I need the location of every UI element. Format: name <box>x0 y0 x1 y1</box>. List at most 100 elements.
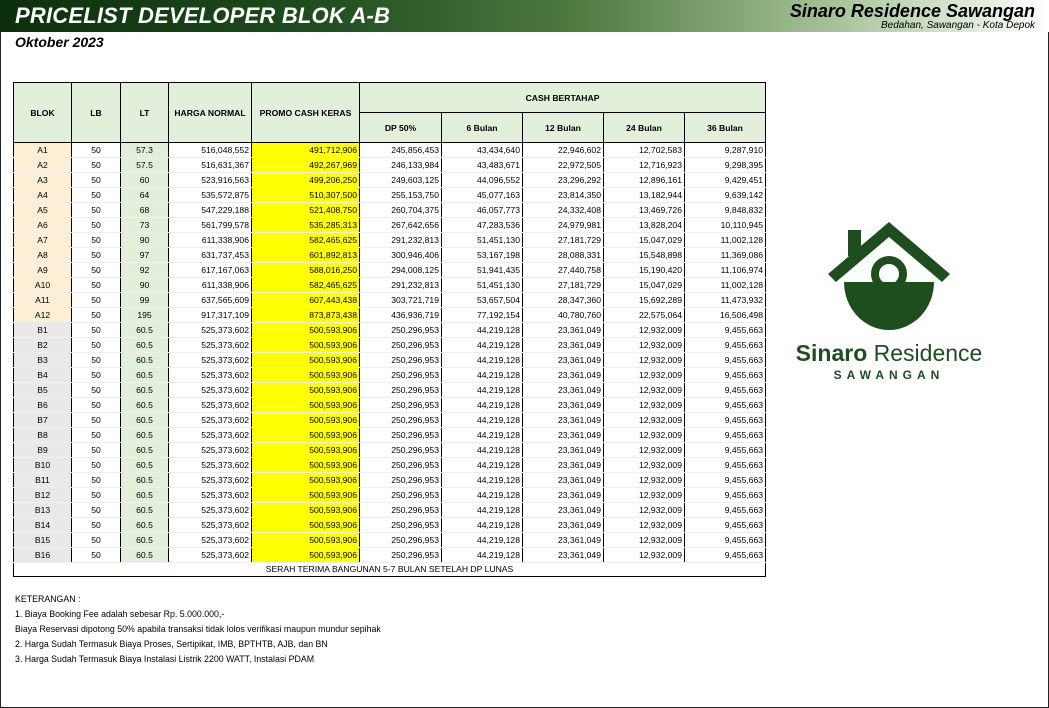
cell-6-bulan: 44,219,128 <box>441 397 523 413</box>
table-row: A3 50 60 523,916,563 499,206,250 249,603,125 4… <box>13 172 766 188</box>
cell-blok: A4 <box>13 187 72 203</box>
cell-24-bulan: 15,047,029 <box>603 232 685 248</box>
cell-lb: 50 <box>71 202 121 218</box>
table-row: A12 50 195 917,317,109 873,873,438 436,936,71… <box>13 307 766 323</box>
cell-lt: 195 <box>120 307 169 323</box>
cell-promo: 873,873,438 <box>251 307 360 323</box>
cell-promo: 582,465,625 <box>251 277 360 293</box>
table-row: A1 50 57.3 516,048,552 491,712,906 245,856,45… <box>13 142 766 158</box>
cell-harga-normal: 535,572,875 <box>168 187 252 203</box>
cell-lt: 97 <box>120 247 169 263</box>
cell-blok: B5 <box>13 382 72 398</box>
cell-36-bulan: 9,455,663 <box>684 337 766 353</box>
cell-dp-50: 250,296,953 <box>359 412 442 428</box>
cell-36-bulan: 9,455,663 <box>684 367 766 383</box>
cell-harga-normal: 525,373,602 <box>168 502 252 518</box>
cell-lb: 50 <box>71 442 121 458</box>
cell-lb: 50 <box>71 532 121 548</box>
cell-promo: 500,593,906 <box>251 472 360 488</box>
cell-harga-normal: 637,565,609 <box>168 292 252 308</box>
cell-12-bulan: 27,181,729 <box>522 232 604 248</box>
cell-harga-normal: 525,373,602 <box>168 487 252 503</box>
logo-name-regular: Residence <box>873 340 983 366</box>
table-row: B3 50 60.5 525,373,602 500,593,906 250,296,95… <box>13 352 766 368</box>
cell-12-bulan: 23,361,049 <box>522 382 604 398</box>
note-item: 3. Harga Sudah Termasuk Biaya Instalasi … <box>15 654 315 664</box>
cell-harga-normal: 561,799,578 <box>168 217 252 233</box>
cell-6-bulan: 46,057,773 <box>441 202 523 218</box>
cell-6-bulan: 44,219,128 <box>441 322 523 338</box>
cell-6-bulan: 44,219,128 <box>441 547 523 563</box>
cell-6-bulan: 77,192,154 <box>441 307 523 323</box>
cell-6-bulan: 44,219,128 <box>441 457 523 473</box>
cell-blok: A7 <box>13 232 72 248</box>
cell-6-bulan: 51,451,130 <box>441 277 523 293</box>
cell-dp-50: 250,296,953 <box>359 427 442 443</box>
col-harga-normal: HARGA NORMAL <box>168 82 252 143</box>
table-row: A5 50 68 547,229,188 521,408,750 260,704,375 4… <box>13 202 766 218</box>
cell-36-bulan: 9,455,663 <box>684 457 766 473</box>
cell-lb: 50 <box>71 277 121 293</box>
cell-promo: 500,593,906 <box>251 442 360 458</box>
cell-lt: 90 <box>120 232 169 248</box>
table-row: B10 50 60.5 525,373,602 500,593,906 250,296,9… <box>13 457 766 473</box>
cell-lb: 50 <box>71 517 121 533</box>
cell-lb: 50 <box>71 307 121 323</box>
cell-harga-normal: 525,373,602 <box>168 427 252 443</box>
cell-6-bulan: 44,219,128 <box>441 367 523 383</box>
cell-harga-normal: 617,167,063 <box>168 262 252 278</box>
cell-12-bulan: 23,361,049 <box>522 517 604 533</box>
cell-24-bulan: 15,548,898 <box>603 247 685 263</box>
cell-12-bulan: 23,361,049 <box>522 502 604 518</box>
cell-24-bulan: 12,932,009 <box>603 382 685 398</box>
cell-harga-normal: 611,338,906 <box>168 232 252 248</box>
cell-36-bulan: 11,002,128 <box>684 277 766 293</box>
cell-blok: A12 <box>13 307 72 323</box>
cell-24-bulan: 12,932,009 <box>603 397 685 413</box>
cell-harga-normal: 525,373,602 <box>168 322 252 338</box>
cell-blok: B8 <box>13 427 72 443</box>
cell-lb: 50 <box>71 547 121 563</box>
table-row: A11 50 99 637,565,609 607,443,438 303,721,719… <box>13 292 766 308</box>
cell-promo: 491,712,906 <box>251 142 360 158</box>
cell-dp-50: 245,856,453 <box>359 142 442 158</box>
col-blok: BLOK <box>13 82 72 143</box>
col-12-bulan: 12 Bulan <box>522 112 604 143</box>
cell-12-bulan: 23,361,049 <box>522 412 604 428</box>
cell-36-bulan: 11,473,932 <box>684 292 766 308</box>
cell-lb: 50 <box>71 232 121 248</box>
brand-title: Sinaro Residence Sawangan <box>789 1 1035 21</box>
note-item: Biaya Reservasi dipotong 50% apabila tra… <box>15 624 381 634</box>
table-row: A4 50 64 535,572,875 510,307,500 255,153,750 4… <box>13 187 766 203</box>
cell-12-bulan: 23,361,049 <box>522 547 604 563</box>
cell-12-bulan: 23,814,350 <box>522 187 604 203</box>
cell-harga-normal: 525,373,602 <box>168 352 252 368</box>
table-row: A6 50 73 561,799,578 535,285,313 267,642,656 4… <box>13 217 766 233</box>
cell-lb: 50 <box>71 172 121 188</box>
cell-24-bulan: 12,702,583 <box>603 142 685 158</box>
col-promo-cash-keras: PROMO CASH KERAS <box>251 82 360 143</box>
col-lt: LT <box>120 82 169 143</box>
brand-location: Bedahan, Sawangan - Kota Depok <box>881 20 1035 31</box>
cell-lt: 57.3 <box>120 142 169 158</box>
cell-12-bulan: 24,332,408 <box>522 202 604 218</box>
cell-dp-50: 250,296,953 <box>359 547 442 563</box>
cell-12-bulan: 23,361,049 <box>522 457 604 473</box>
cell-6-bulan: 47,283,536 <box>441 217 523 233</box>
cell-24-bulan: 12,896,161 <box>603 172 685 188</box>
cell-blok: B16 <box>13 547 72 563</box>
cell-36-bulan: 9,455,663 <box>684 487 766 503</box>
cell-12-bulan: 27,181,729 <box>522 277 604 293</box>
cell-24-bulan: 12,932,009 <box>603 412 685 428</box>
cell-36-bulan: 9,287,910 <box>684 142 766 158</box>
cell-lt: 64 <box>120 187 169 203</box>
cell-24-bulan: 12,932,009 <box>603 472 685 488</box>
cell-24-bulan: 22,575,064 <box>603 307 685 323</box>
cell-lb: 50 <box>71 472 121 488</box>
cell-24-bulan: 12,932,009 <box>603 427 685 443</box>
cell-promo: 500,593,906 <box>251 367 360 383</box>
cell-promo: 582,465,625 <box>251 232 360 248</box>
cell-dp-50: 250,296,953 <box>359 352 442 368</box>
cell-lt: 60.5 <box>120 547 169 563</box>
cell-lb: 50 <box>71 322 121 338</box>
